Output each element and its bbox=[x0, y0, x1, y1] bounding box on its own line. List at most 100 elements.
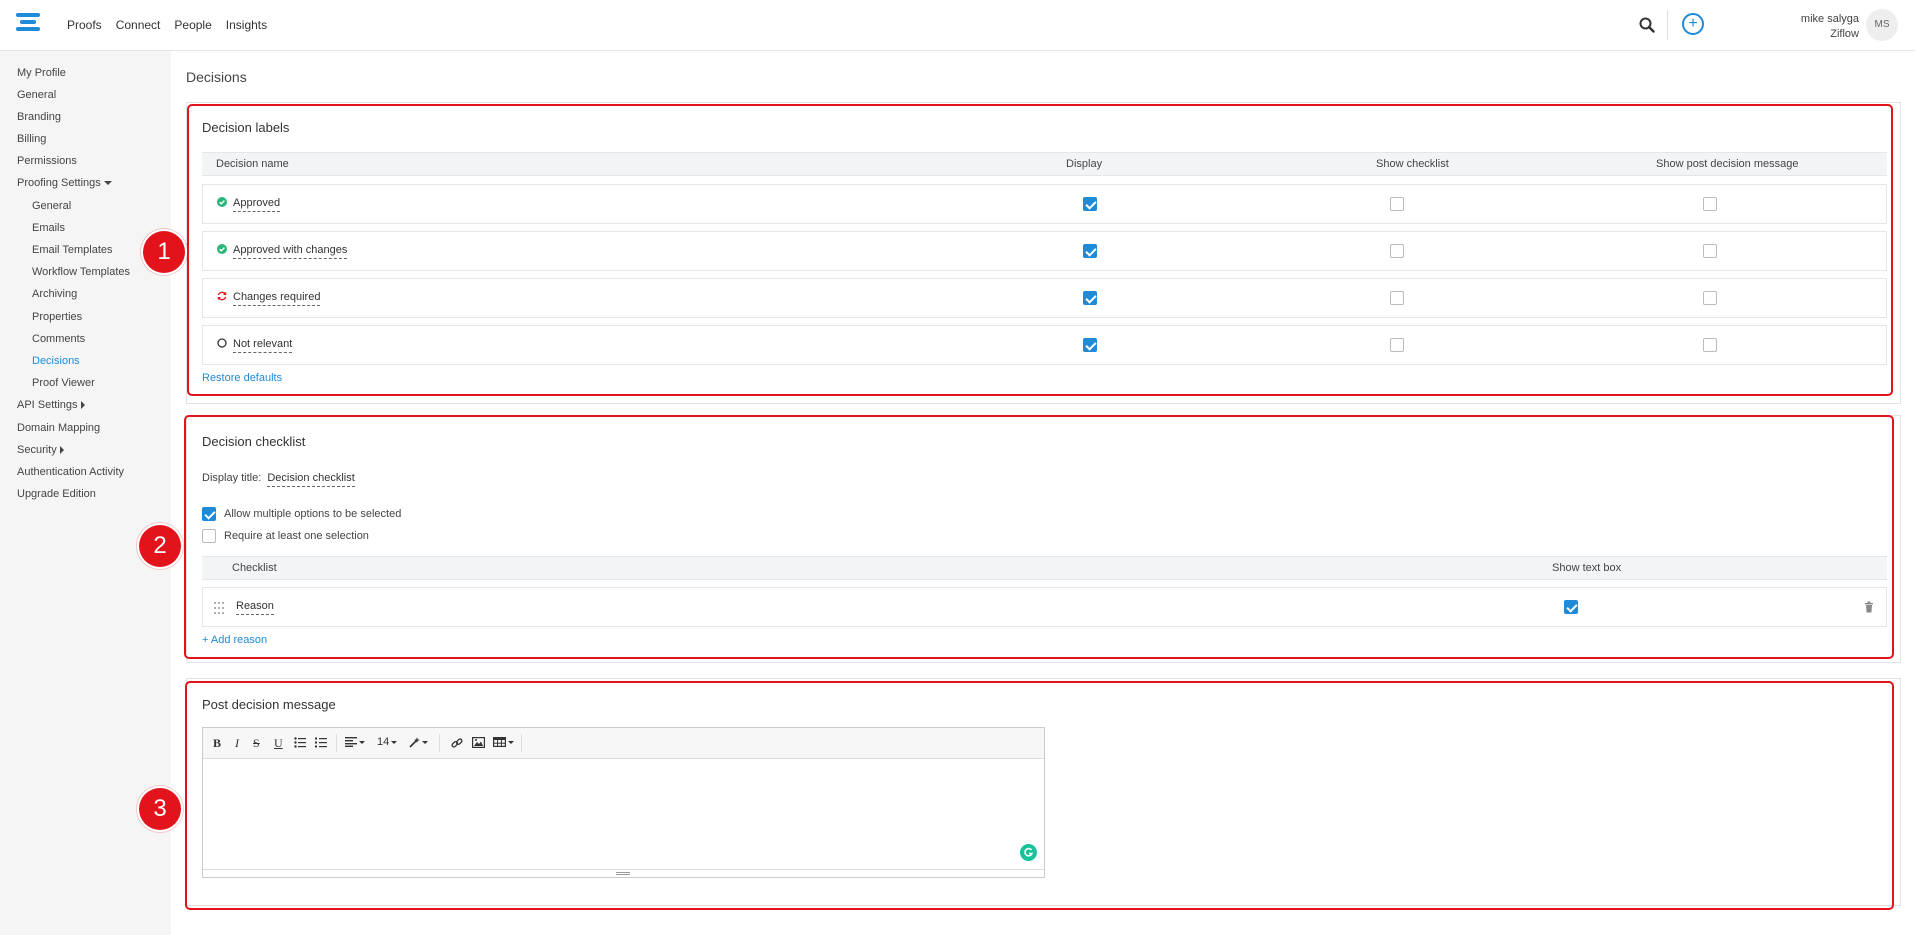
table-row: Not relevant bbox=[202, 325, 1887, 365]
sidebar-item-archiving[interactable]: Archiving bbox=[32, 288, 77, 300]
numbered-list-icon[interactable] bbox=[315, 737, 327, 748]
sidebar-item-security[interactable]: Security bbox=[17, 444, 64, 456]
decision-name[interactable]: Changes required bbox=[217, 291, 321, 306]
checklist-item-label[interactable]: Reason bbox=[236, 600, 274, 615]
sidebar-item-properties[interactable]: Properties bbox=[32, 311, 82, 323]
display-checkbox[interactable] bbox=[1083, 291, 1097, 305]
sidebar-item-billing[interactable]: Billing bbox=[17, 133, 46, 145]
display-checkbox[interactable] bbox=[1083, 338, 1097, 352]
refresh-icon bbox=[217, 291, 227, 301]
add-reason-link[interactable]: + Add reason bbox=[202, 634, 267, 646]
sidebar-item-workflow-templates[interactable]: Workflow Templates bbox=[32, 266, 130, 278]
toolbar-divider bbox=[439, 734, 440, 752]
toolbar-divider bbox=[336, 734, 337, 752]
show-text-box-checkbox[interactable] bbox=[1564, 600, 1578, 614]
strikethrough-icon[interactable]: S bbox=[253, 736, 260, 751]
sidebar-item-comments[interactable]: Comments bbox=[32, 333, 85, 345]
grammarly-g-icon bbox=[1024, 847, 1034, 857]
show-checklist-checkbox[interactable] bbox=[1390, 197, 1404, 211]
avatar[interactable]: MS bbox=[1866, 9, 1898, 41]
magic-wand-icon bbox=[409, 736, 420, 748]
table-icon bbox=[493, 737, 507, 748]
decision-label: Changes required bbox=[233, 291, 321, 306]
sidebar-item-proof-viewer[interactable]: Proof Viewer bbox=[32, 377, 95, 389]
restore-defaults-link[interactable]: Restore defaults bbox=[202, 372, 282, 384]
nav-insights[interactable]: Insights bbox=[226, 18, 267, 32]
nav-connect[interactable]: Connect bbox=[116, 18, 161, 32]
text-color-dropdown[interactable] bbox=[409, 736, 428, 748]
table-row: Reason bbox=[202, 587, 1887, 627]
decision-checklist-title: Decision checklist bbox=[202, 434, 306, 449]
display-title-value[interactable]: Decision checklist bbox=[267, 472, 355, 487]
show-post-message-checkbox[interactable] bbox=[1703, 244, 1717, 258]
decision-name[interactable]: Approved bbox=[217, 197, 281, 212]
sidebar-item-label: Proofing Settings bbox=[17, 177, 101, 189]
table-row: Approved with changes bbox=[202, 231, 1887, 271]
caret-down-icon bbox=[103, 181, 112, 186]
align-dropdown[interactable] bbox=[345, 736, 365, 748]
underline-icon[interactable]: U bbox=[274, 736, 283, 751]
sidebar-item-permissions[interactable]: Permissions bbox=[17, 155, 77, 167]
decision-labels-panel: Decision labels Decision name Display Sh… bbox=[186, 102, 1901, 404]
decision-label: Approved bbox=[233, 197, 281, 212]
display-checkbox[interactable] bbox=[1083, 197, 1097, 211]
col-decision-name: Decision name bbox=[216, 158, 289, 170]
require-one-label: Require at least one selection bbox=[224, 530, 369, 542]
sidebar-item-proofing-settings[interactable]: Proofing Settings bbox=[17, 177, 112, 189]
font-size-value: 14 bbox=[377, 736, 390, 748]
caret-down-icon bbox=[359, 740, 365, 744]
show-post-message-checkbox[interactable] bbox=[1703, 291, 1717, 305]
show-checklist-checkbox[interactable] bbox=[1390, 291, 1404, 305]
require-one-checkbox[interactable] bbox=[202, 529, 216, 543]
align-left-icon bbox=[345, 737, 357, 748]
col-display: Display bbox=[1066, 158, 1103, 170]
caret-right-icon bbox=[59, 446, 64, 455]
show-checklist-checkbox[interactable] bbox=[1390, 338, 1404, 352]
nav-people[interactable]: People bbox=[174, 18, 211, 32]
resize-handle-icon[interactable] bbox=[616, 872, 630, 875]
col-checklist: Checklist bbox=[232, 562, 277, 574]
decision-checklist-panel: Decision checklist Display title: Decisi… bbox=[186, 415, 1901, 663]
message-text-area[interactable] bbox=[203, 759, 1044, 869]
link-icon[interactable] bbox=[451, 737, 463, 749]
user-info[interactable]: mike salyga Ziflow bbox=[1801, 12, 1859, 42]
sidebar-item-email-templates[interactable]: Email Templates bbox=[32, 244, 113, 256]
display-checkbox[interactable] bbox=[1083, 244, 1097, 258]
nav-proofs[interactable]: Proofs bbox=[67, 18, 102, 32]
table-dropdown[interactable] bbox=[493, 736, 514, 748]
image-icon[interactable] bbox=[472, 737, 485, 748]
decision-label: Not relevant bbox=[233, 338, 293, 353]
circle-outline-icon bbox=[217, 338, 227, 348]
decision-name[interactable]: Not relevant bbox=[217, 338, 293, 353]
sidebar-item-decisions[interactable]: Decisions bbox=[32, 355, 80, 367]
sidebar-item-domain-mapping[interactable]: Domain Mapping bbox=[17, 422, 100, 434]
editor-toolbar: B I S U 14 bbox=[203, 728, 1044, 759]
sidebar-item-authentication-activity[interactable]: Authentication Activity bbox=[17, 466, 124, 478]
show-post-message-checkbox[interactable] bbox=[1703, 197, 1717, 211]
org-name: Ziflow bbox=[1830, 28, 1859, 40]
ziflow-logo-icon[interactable] bbox=[16, 13, 40, 37]
create-button[interactable]: + bbox=[1682, 13, 1704, 35]
show-post-message-checkbox[interactable] bbox=[1703, 338, 1717, 352]
italic-icon[interactable]: I bbox=[235, 736, 239, 751]
sidebar-item-emails[interactable]: Emails bbox=[32, 222, 65, 234]
show-checklist-checkbox[interactable] bbox=[1390, 244, 1404, 258]
allow-multiple-checkbox[interactable] bbox=[202, 507, 216, 521]
caret-down-icon bbox=[391, 740, 398, 744]
sidebar-item-api-settings[interactable]: API Settings bbox=[17, 399, 85, 411]
drag-handle-icon[interactable] bbox=[213, 601, 225, 615]
bullet-list-icon[interactable] bbox=[294, 737, 306, 748]
font-size-dropdown[interactable]: 14 bbox=[377, 736, 398, 748]
sidebar-item-proofing-general[interactable]: General bbox=[32, 200, 71, 212]
sidebar-item-general[interactable]: General bbox=[17, 89, 56, 101]
sidebar-item-my-profile[interactable]: My Profile bbox=[17, 67, 66, 79]
bold-icon[interactable]: B bbox=[213, 736, 221, 751]
search-icon[interactable] bbox=[1638, 16, 1656, 34]
sidebar-item-branding[interactable]: Branding bbox=[17, 111, 61, 123]
trash-icon[interactable] bbox=[1864, 601, 1874, 613]
check-circle-icon bbox=[217, 244, 227, 254]
allow-multiple-label: Allow multiple options to be selected bbox=[224, 508, 402, 520]
sidebar-item-upgrade-edition[interactable]: Upgrade Edition bbox=[17, 488, 96, 500]
grammarly-icon[interactable] bbox=[1020, 844, 1037, 861]
decision-name[interactable]: Approved with changes bbox=[217, 244, 348, 259]
